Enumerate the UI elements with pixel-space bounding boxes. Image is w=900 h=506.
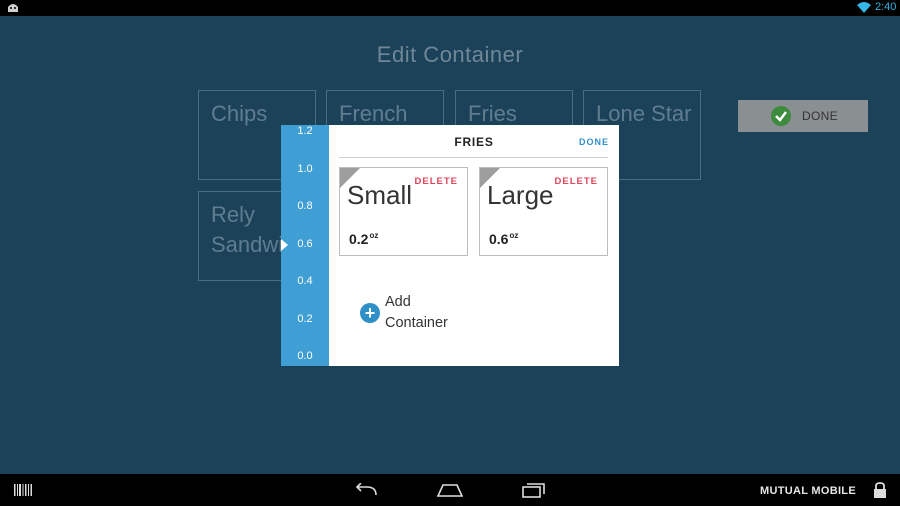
plus-circle-icon: + <box>360 303 380 323</box>
container-weight: 0.2oz <box>349 231 379 247</box>
lock-icon[interactable] <box>873 482 887 498</box>
back-icon[interactable] <box>354 483 378 497</box>
scale-tick: 0.8 <box>297 200 313 212</box>
tile-label: Fries <box>468 101 517 126</box>
tile-label: French <box>339 101 408 126</box>
dialog-done-button[interactable]: DONE <box>579 137 609 147</box>
container-name: Small <box>347 180 413 210</box>
delete-button[interactable]: DELETE <box>415 176 458 187</box>
status-time: 2:40 <box>875 1 897 13</box>
recent-apps-icon[interactable] <box>522 482 546 498</box>
add-container-label: Add Container <box>385 294 448 331</box>
scale-tick: 0.2 <box>297 312 313 325</box>
scale-tick: 1.2 <box>297 125 313 137</box>
wifi-icon <box>857 2 871 13</box>
page-title: Edit Container <box>376 42 524 67</box>
dialog-title: FRIES <box>454 135 494 149</box>
divider <box>339 157 608 158</box>
scale-tick: 0.0 <box>297 350 313 362</box>
android-icon <box>8 4 18 12</box>
scale-pointer-icon[interactable] <box>281 238 288 251</box>
done-button-label: DONE <box>802 109 838 123</box>
tile-label: Chips <box>211 101 268 126</box>
scale-tick: 0.6 <box>297 237 313 250</box>
weight-scale[interactable]: 1.2 1.0 0.8 0.6 0.4 0.2 0.0 <box>281 125 329 366</box>
tile-label: Lone Star <box>596 101 692 126</box>
brand-label: MUTUAL MOBILE <box>760 485 856 497</box>
container-name: Large <box>487 180 554 210</box>
home-icon[interactable] <box>437 483 463 497</box>
scale-tick: 1.0 <box>297 162 313 175</box>
done-button[interactable]: DONE <box>738 100 868 132</box>
container-card-large[interactable]: Large DELETE 0.6oz <box>479 167 608 256</box>
barcode-icon[interactable] <box>14 484 32 496</box>
status-bar: 2:40 <box>0 0 900 16</box>
navigation-bar: MUTUAL MOBILE <box>0 474 900 506</box>
add-container-button[interactable]: + Add Container <box>360 292 465 334</box>
container-card-small[interactable]: Small DELETE 0.2oz <box>339 167 468 256</box>
scale-tick: 0.4 <box>297 275 313 287</box>
edit-container-dialog: FRIES DONE Small DELETE 0.2oz Large DELE… <box>329 125 619 366</box>
container-weight: 0.6oz <box>489 231 519 247</box>
check-circle-icon <box>771 106 791 126</box>
delete-button[interactable]: DELETE <box>555 176 598 187</box>
